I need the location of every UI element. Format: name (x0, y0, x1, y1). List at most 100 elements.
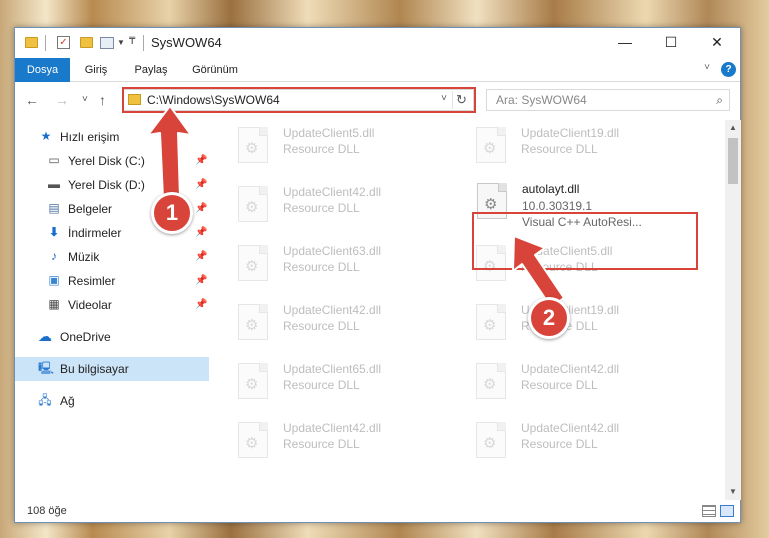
file-item[interactable]: ⚙ UpdateClient42.dll Resource DLL (223, 415, 453, 465)
search-placeholder: Ara: SysWOW64 (496, 93, 587, 107)
file-name: UpdateClient42.dll (521, 421, 620, 435)
tab-paylas[interactable]: Paylaş (127, 58, 175, 82)
search-icon[interactable]: ⌕ (716, 93, 723, 108)
gear-icon: ⚙ (245, 317, 259, 334)
dll-file-icon: ⚙ (238, 304, 268, 340)
recent-locations-button[interactable]: ˅ (82, 94, 88, 105)
file-name: UpdateClient65.dll (283, 362, 382, 376)
sidebar-item-onedrive[interactable]: ☁ OneDrive (15, 325, 209, 349)
vertical-scrollbar[interactable]: ▲ ▼ (725, 120, 741, 500)
file-item[interactable]: ⚙ UpdateClient19.dll Resource DLL (461, 297, 691, 347)
file-name: UpdateClient42.dll (283, 421, 382, 435)
sidebar-item-label: Ağ (60, 394, 75, 408)
drive-icon: ▭ (48, 153, 60, 167)
sidebar-item-network[interactable]: 🖧 Ağ (15, 389, 209, 413)
file-description: Resource DLL (283, 142, 360, 156)
scrollbar-thumb[interactable] (728, 138, 738, 184)
maximize-button[interactable]: ☐ (648, 28, 694, 58)
file-name: UpdateClient42.dll (521, 362, 620, 376)
separator (45, 35, 46, 51)
file-item[interactable]: ⚙ UpdateClient65.dll Resource DLL (223, 356, 453, 406)
pin-icon[interactable]: 📌 (195, 179, 207, 190)
file-name: UpdateClient63.dll (283, 244, 382, 258)
scroll-up-icon[interactable]: ▲ (725, 120, 741, 136)
file-description: Resource DLL (521, 378, 598, 392)
dll-file-icon: ⚙ (476, 363, 506, 399)
forward-button[interactable]: → (55, 92, 69, 108)
file-item[interactable]: ⚙ UpdateClient42.dll Resource DLL (461, 415, 691, 465)
file-item[interactable]: ⚙ UpdateClient19.dll Resource DLL (461, 120, 691, 170)
sidebar-item-music[interactable]: ♪ Müzik 📌 (15, 245, 209, 269)
up-button[interactable]: ↑ (99, 92, 106, 108)
step-badge-1: 1 (151, 192, 193, 234)
new-folder-icon[interactable] (80, 37, 93, 48)
separator (143, 35, 144, 51)
pin-icon[interactable]: 📌 (195, 227, 207, 238)
dll-file-icon: ⚙ (238, 245, 268, 281)
file-item[interactable]: ⚙ UpdateClient42.dll Resource DLL (223, 179, 453, 229)
sidebar-item-videos[interactable]: ▦ Videolar 📌 (15, 293, 209, 317)
pin-icon[interactable]: 📌 (195, 203, 207, 214)
chevron-down-icon[interactable]: ▼ (117, 38, 125, 52)
gear-icon: ⚙ (483, 258, 497, 275)
gear-icon: ⚙ (245, 376, 259, 393)
documents-icon: ▤ (48, 201, 60, 215)
download-icon: ⬇ (48, 225, 60, 239)
tab-dosya[interactable]: Dosya (15, 58, 70, 82)
gear-icon: ⚙ (483, 317, 497, 334)
refresh-button[interactable]: ↻ (452, 91, 470, 109)
file-list: ⚙ UpdateClient5.dll Resource DLL ⚙ Updat… (223, 120, 725, 500)
sidebar-item-label: Yerel Disk (D:) (68, 178, 145, 192)
minimize-button[interactable]: — (602, 28, 648, 58)
address-path[interactable]: C:\Windows\SysWOW64 (147, 93, 280, 107)
help-icon[interactable]: ? (721, 62, 736, 77)
file-description: Resource DLL (283, 260, 360, 274)
details-view-icon[interactable] (702, 505, 716, 517)
back-button[interactable]: ← (25, 92, 39, 108)
file-name: UpdateClient42.dll (283, 303, 382, 317)
sidebar-item-pictures[interactable]: ▣ Resimler 📌 (15, 269, 209, 293)
address-bar[interactable]: C:\Windows\SysWOW64 ˅ ↻ (122, 89, 474, 111)
file-item[interactable]: ⚙ UpdateClient5.dll Resource DLL (461, 238, 691, 288)
folder-icon (25, 37, 38, 48)
scroll-down-icon[interactable]: ▼ (725, 484, 741, 500)
search-input[interactable]: Ara: SysWOW64 ⌕ (486, 89, 730, 111)
expand-ribbon-icon[interactable]: ˅ (704, 62, 710, 73)
file-item[interactable]: ⚙ UpdateClient5.dll Resource DLL (223, 120, 453, 170)
gear-icon: ⚙ (245, 258, 259, 275)
file-name: UpdateClient42.dll (283, 185, 382, 199)
customize-toolbar-icon[interactable]: ₸ (129, 36, 135, 50)
status-bar: 108 öğe (15, 500, 740, 524)
file-item-autolayt[interactable]: ⚙ autolayt.dll 10.0.30319.1 Visual C++ A… (471, 179, 701, 239)
pin-icon[interactable]: 📌 (195, 275, 207, 286)
file-item[interactable]: ⚙ UpdateClient63.dll Resource DLL (223, 238, 453, 288)
sidebar-item-this-pc[interactable]: 🖳 Bu bilgisayar (15, 357, 209, 381)
sidebar-item-local-disk-c[interactable]: ▭ Yerel Disk (C:) 📌 (15, 149, 209, 173)
dll-file-icon: ⚙ (477, 183, 507, 219)
sidebar-item-label: Yerel Disk (C:) (68, 154, 145, 168)
file-item[interactable]: ⚙ UpdateClient42.dll Resource DLL (223, 297, 453, 347)
gear-icon: ⚙ (483, 376, 497, 393)
address-dropdown-icon[interactable]: ˅ (441, 93, 447, 104)
pin-icon[interactable]: 📌 (195, 299, 207, 310)
sidebar-item-label: Bu bilgisayar (60, 362, 129, 376)
tab-gorunum[interactable]: Görünüm (185, 58, 245, 82)
dll-file-icon: ⚙ (476, 304, 506, 340)
tiles-view-icon[interactable] (720, 505, 734, 517)
file-description: Resource DLL (283, 319, 360, 333)
pin-icon[interactable]: 📌 (195, 155, 207, 166)
gear-icon: ⚙ (245, 199, 259, 216)
item-count: 108 öğe (27, 505, 67, 517)
dll-file-icon: ⚙ (238, 127, 268, 163)
pin-icon[interactable]: 📌 (195, 251, 207, 262)
close-button[interactable]: ✕ (694, 28, 740, 58)
file-item[interactable]: ⚙ UpdateClient42.dll Resource DLL (461, 356, 691, 406)
file-name: UpdateClient5.dll (521, 244, 613, 258)
tab-giris[interactable]: Giriş (75, 58, 117, 82)
file-description: Resource DLL (283, 437, 360, 451)
quick-access-properties-icon[interactable] (100, 37, 114, 49)
sidebar-item-quick-access[interactable]: ★ Hızlı erişim (15, 125, 209, 149)
dll-file-icon: ⚙ (476, 127, 506, 163)
properties-check-icon[interactable]: ✓ (57, 36, 70, 49)
gear-icon: ⚙ (483, 140, 497, 157)
